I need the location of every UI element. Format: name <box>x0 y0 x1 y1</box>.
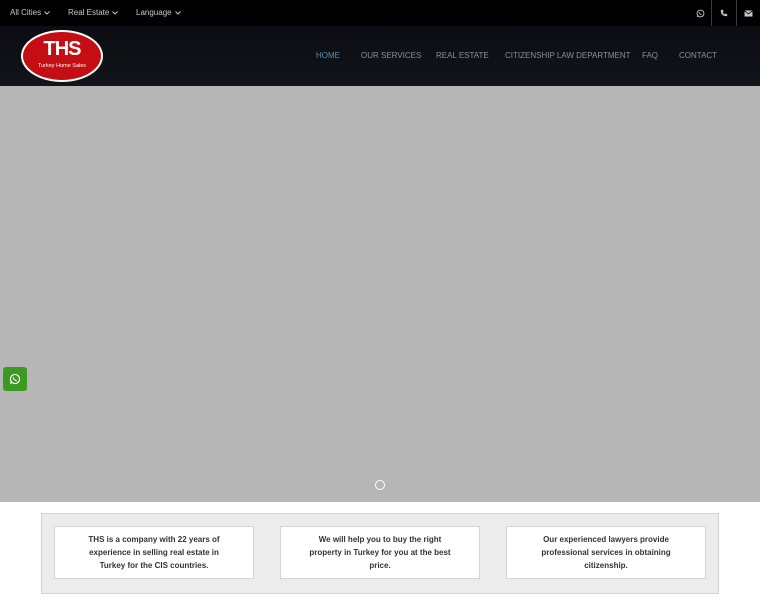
cities-dropdown-label: All Cities <box>10 8 42 17</box>
chevron-down-icon <box>174 0 181 25</box>
chevron-down-icon <box>44 0 50 25</box>
whatsapp-icon[interactable] <box>690 0 710 26</box>
whatsapp-icon <box>9 373 21 385</box>
language-dropdown[interactable]: Language <box>136 0 181 26</box>
cities-dropdown[interactable]: All Cities <box>10 0 50 26</box>
top-bar: All Cities Real Estate Language <box>0 0 760 26</box>
nav-item-citizenship-law-department[interactable]: CITIZENSHIP LAW DEPARTMENT <box>505 26 631 86</box>
features-section: THS is a company with 22 years of experi… <box>41 513 719 594</box>
feature-card-text: THS is a company with 22 years of experi… <box>88 535 220 570</box>
phone-icon[interactable] <box>714 0 734 26</box>
nav-item-home[interactable]: HOME <box>316 26 340 86</box>
ths-logo[interactable]: THS Turkey Home Sales <box>21 30 103 82</box>
nav-item-contact[interactable]: CONTACT <box>679 26 717 86</box>
floating-whatsapp-button[interactable] <box>3 367 27 391</box>
top-divider <box>711 0 712 26</box>
mail-icon[interactable] <box>738 0 758 26</box>
nav-item-our-services[interactable]: OUR SERVICES <box>361 26 421 86</box>
logo-subtitle: Turkey Home Sales <box>37 63 87 69</box>
chevron-down-icon <box>112 0 119 25</box>
nav-item-faq[interactable]: FAQ <box>642 26 658 86</box>
feature-card-lawyers: Our experienced lawyers provide professi… <box>506 526 706 579</box>
hero-slider[interactable] <box>0 86 760 502</box>
language-dropdown-label: Language <box>136 8 172 17</box>
real-estate-dropdown-label: Real Estate <box>68 8 110 17</box>
feature-card-text: Our experienced lawyers provide professi… <box>541 535 671 570</box>
slider-dot[interactable] <box>375 480 385 490</box>
feature-card-experience: THS is a company with 22 years of experi… <box>54 526 254 579</box>
feature-card-property: We will help you to buy the right proper… <box>280 526 480 579</box>
nav-item-real-estate[interactable]: REAL ESTATE <box>436 26 489 86</box>
logo-text: THS <box>43 38 82 60</box>
feature-card-text: We will help you to buy the right proper… <box>309 535 451 570</box>
real-estate-dropdown[interactable]: Real Estate <box>68 0 119 26</box>
top-divider <box>736 0 737 26</box>
